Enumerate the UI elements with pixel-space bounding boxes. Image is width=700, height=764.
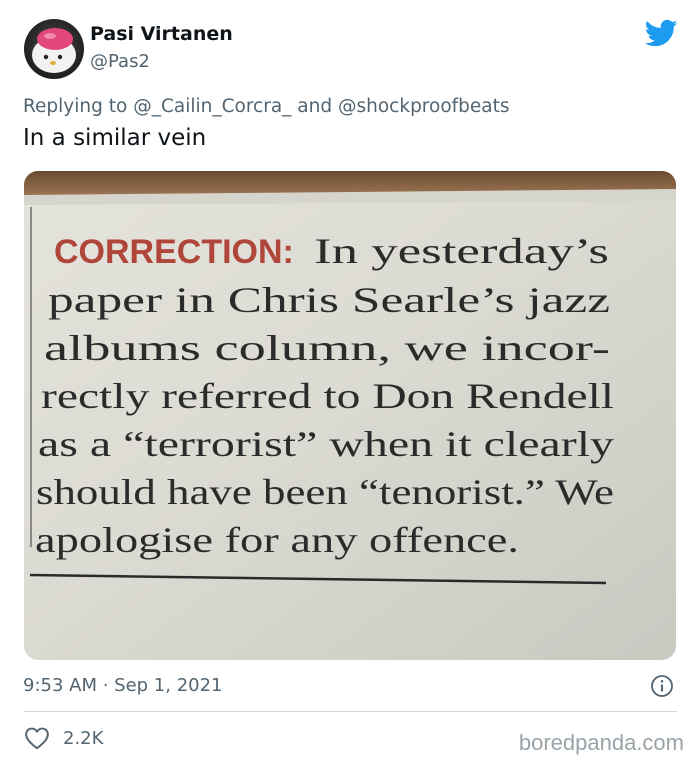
- like-count[interactable]: 2.2K: [63, 728, 103, 749]
- correction-heading: CORRECTION:: [54, 233, 294, 271]
- article-line: rectly referred to Don Rendell: [41, 376, 614, 416]
- article-line: should have been “tenorist.” We: [36, 472, 614, 512]
- tweet-media-photo[interactable]: CORRECTION: In yesterday’s paper in Chri…: [24, 171, 676, 660]
- replying-prefix: Replying to: [23, 96, 128, 117]
- user-handle[interactable]: @Pas2: [90, 51, 150, 72]
- tweet-timestamp[interactable]: 9:53 AM · Sep 1, 2021: [23, 675, 223, 696]
- article-line: as a “terrorist” when it clearly: [38, 424, 614, 464]
- article-line: albums column, we incor-: [44, 328, 610, 368]
- tweet-text: In a similar vein: [23, 125, 207, 151]
- article-line: paper in Chris Searle’s jazz: [48, 280, 610, 320]
- mention-link[interactable]: @shockproofbeats: [338, 96, 510, 117]
- display-name[interactable]: Pasi Virtanen: [90, 23, 233, 45]
- mention-link[interactable]: @_Cailin_Corcra_: [133, 96, 291, 117]
- avatar[interactable]: [24, 19, 84, 79]
- article-line: apologise for any offence.: [35, 520, 519, 560]
- divider: [24, 711, 677, 712]
- article-line: In yesterday’s: [314, 231, 609, 271]
- info-icon[interactable]: [650, 674, 674, 698]
- and-word: and: [297, 96, 333, 117]
- watermark: boredpanda.com: [518, 730, 684, 755]
- replying-to: Replying to @_Cailin_Corcra_ and @shockp…: [23, 96, 510, 117]
- heart-icon[interactable]: [24, 726, 50, 750]
- twitter-bird-icon[interactable]: [644, 19, 678, 48]
